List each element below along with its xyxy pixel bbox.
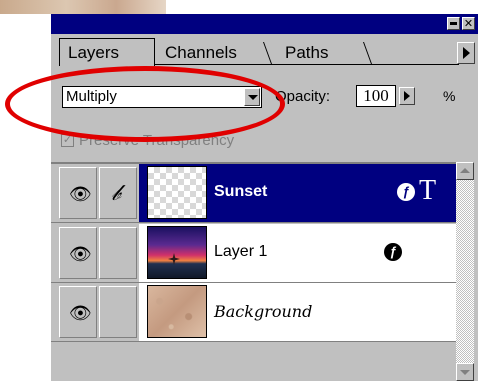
effects-icon[interactable]: ƒ [397,183,415,201]
layer-body[interactable]: Background [139,283,456,341]
edit-indicator[interactable]: 𝒷 [99,167,137,219]
opacity-unit: % [443,88,456,104]
palette-menu-arrow-icon[interactable] [457,42,475,64]
layer-name: Layer 1 [214,243,268,260]
visibility-toggle[interactable]: 👁 [59,227,97,279]
layer-thumbnail [147,166,207,219]
layer-name: Background [214,302,313,321]
palette-tabs: Layers Channels Paths [51,34,478,66]
layer-body[interactable]: Sunset ƒ T [139,164,456,222]
minimize-button[interactable] [447,17,460,30]
text-layer-icon: T [419,175,437,206]
preserve-transparency-checkbox[interactable]: ✓ [61,134,74,147]
visibility-toggle[interactable]: 👁 [59,286,97,338]
tab-paths[interactable]: Paths [277,42,375,64]
tab-layers[interactable]: Layers [59,38,155,66]
layer-row-sunset[interactable]: 👁 𝒷 Sunset ƒ T [51,164,456,223]
tab-baseline [155,64,459,65]
visibility-toggle[interactable]: 👁 [59,167,97,219]
eye-icon: 👁 [69,244,92,264]
layer-thumbnail [147,285,207,338]
eye-icon: 👁 [69,303,92,323]
scroll-down-icon[interactable] [456,363,474,381]
layer-list-scrollbar[interactable] [456,162,474,381]
tab-channels[interactable]: Channels [157,42,275,64]
layer-row-layer-1[interactable]: 👁 Layer 1 ƒ [51,224,456,283]
chevron-down-icon[interactable] [244,88,260,106]
blend-mode-value: Multiply [66,88,117,105]
opacity-slider-arrow-icon[interactable] [399,87,415,105]
opacity-label: Opacity: [275,88,331,105]
layer-row-background[interactable]: 👁 Background [51,283,456,342]
brush-icon: 𝒷 [111,180,121,205]
edit-indicator[interactable] [99,227,137,279]
opacity-input[interactable]: 100 [356,85,396,107]
palette-titlebar[interactable]: ✕ [51,14,478,34]
background-texture-strip [0,0,166,14]
blend-mode-select[interactable]: Multiply [62,86,262,108]
layer-body[interactable]: Layer 1 ƒ [139,224,456,282]
preserve-transparency-label: Preserve Transparency [79,132,235,149]
layer-list: 👁 𝒷 Sunset ƒ T 👁 Layer 1 ƒ 👁 Background [51,162,456,381]
layer-thumbnail [147,226,207,279]
layer-name: Sunset [214,183,268,200]
edit-indicator[interactable] [99,286,137,338]
layers-palette: ✕ Layers Channels Paths Multiply Opacity… [5,14,478,381]
effects-icon[interactable]: ƒ [384,243,402,261]
close-button[interactable]: ✕ [462,17,475,30]
scroll-up-icon[interactable] [456,162,474,180]
eye-icon: 👁 [69,184,92,204]
